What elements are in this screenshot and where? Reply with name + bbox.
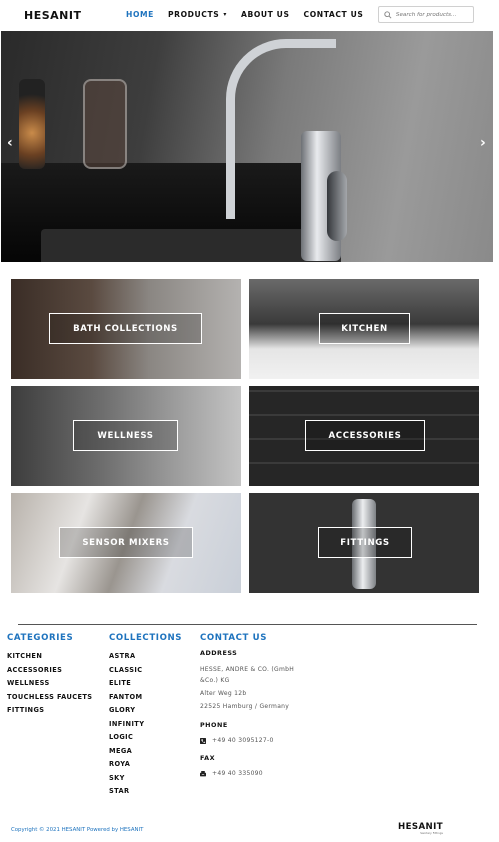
category-item[interactable]: KITCHEN xyxy=(7,650,92,664)
search-input[interactable] xyxy=(395,11,473,18)
collection-item[interactable]: ASTRA xyxy=(109,650,144,664)
search-icon xyxy=(384,10,392,18)
hero-sink xyxy=(41,229,341,262)
collection-item[interactable]: STAR xyxy=(109,785,144,799)
collection-item[interactable]: INFINITY xyxy=(109,718,144,732)
collections-title: COLLECTIONS xyxy=(109,633,183,643)
collection-item[interactable]: MEGA xyxy=(109,745,144,759)
category-item[interactable]: TOUCHLESS FAUCETS xyxy=(7,691,92,705)
categories-title: CATEGORIES xyxy=(7,633,74,643)
phone-icon xyxy=(200,737,206,744)
tile-bath-label: BATH COLLECTIONS xyxy=(49,313,202,344)
tile-wellness-label: WELLNESS xyxy=(73,420,178,451)
collection-item[interactable]: ELITE xyxy=(109,677,144,691)
phone-number: +49 40 3095127-0 xyxy=(212,737,274,744)
tile-fittings[interactable]: FITTINGS xyxy=(249,493,479,593)
collection-item[interactable]: ROYA xyxy=(109,758,144,772)
contact-title: CONTACT US xyxy=(200,633,267,643)
nav-home-label: HOME xyxy=(126,10,154,19)
collection-item[interactable]: LOGIC xyxy=(109,731,144,745)
category-item[interactable]: ACCESSORIES xyxy=(7,664,92,678)
phone-label: PHONE xyxy=(200,721,228,729)
hero-slider: ‹ › xyxy=(1,31,493,262)
nav-contact-us[interactable]: CONTACT US xyxy=(304,10,364,19)
collection-item[interactable]: CLASSIC xyxy=(109,664,144,678)
tile-wellness[interactable]: WELLNESS xyxy=(11,386,241,486)
chevron-down-icon: ▾ xyxy=(223,11,227,18)
chevron-right-icon[interactable]: › xyxy=(480,135,486,151)
contact-block: ADDRESS HESSE, ANDRE & CO. (GmbH &Co.) K… xyxy=(200,649,330,777)
hero-candle xyxy=(19,79,45,169)
category-item[interactable]: FITTINGS xyxy=(7,704,92,718)
nav-contact-label: CONTACT US xyxy=(303,10,364,19)
nav-products-label: PRODUCTS xyxy=(167,10,220,19)
tile-sensor-label: SENSOR MIXERS xyxy=(59,527,193,558)
tile-kitchen-label: KITCHEN xyxy=(319,313,410,344)
footer-divider xyxy=(18,624,477,625)
fax-label: FAX xyxy=(200,754,216,762)
address-line-1: HESSE, ANDRE & CO. (GmbH xyxy=(200,666,295,673)
collection-item[interactable]: GLORY xyxy=(109,704,144,718)
address-line-2: &Co.) KG xyxy=(200,677,230,684)
phone-row[interactable]: +49 40 3095127-0 xyxy=(200,737,330,744)
nav-about-label: ABOUT US xyxy=(240,10,290,19)
footer-logo-tagline: Sanitary Fittings xyxy=(420,832,443,835)
tile-kitchen[interactable]: KITCHEN xyxy=(249,279,479,379)
tile-fittings-label: FITTINGS xyxy=(318,527,412,558)
hero-jar xyxy=(83,79,127,169)
hero-faucet-lever xyxy=(327,171,347,241)
nav-about-us[interactable]: ABOUT US xyxy=(241,10,290,19)
collections-list: ASTRA CLASSIC ELITE FANTOM GLORY INFINIT… xyxy=(109,650,144,799)
main-nav: HOME PRODUCTS ▾ ABOUT US CONTACT US xyxy=(126,10,377,19)
fax-number: +49 40 335090 xyxy=(212,770,263,777)
site-logo[interactable]: HESANIT xyxy=(24,9,81,22)
tile-sensor-mixers[interactable]: SENSOR MIXERS xyxy=(11,493,241,593)
categories-list: KITCHEN ACCESSORIES WELLNESS TOUCHLESS F… xyxy=(7,650,92,718)
footer-logo-text: HESANIT xyxy=(398,822,443,832)
tile-accessories[interactable]: ACCESSORIES xyxy=(249,386,479,486)
chevron-left-icon[interactable]: ‹ xyxy=(7,135,13,151)
nav-home[interactable]: HOME xyxy=(126,10,154,19)
collection-item[interactable]: SKY xyxy=(109,772,144,786)
address-line-3: Alter Weg 12b xyxy=(200,690,247,697)
tile-accessories-label: ACCESSORIES xyxy=(305,420,425,451)
fax-row: +49 40 335090 xyxy=(200,770,330,777)
collection-item[interactable]: FANTOM xyxy=(109,691,144,705)
nav-products[interactable]: PRODUCTS ▾ xyxy=(168,10,227,19)
copyright-text: Copyright © 2021 HESANIT Powered by HESA… xyxy=(11,827,144,833)
address-label: ADDRESS xyxy=(200,649,238,657)
search-box xyxy=(378,6,474,23)
fax-icon xyxy=(200,770,206,776)
category-item[interactable]: WELLNESS xyxy=(7,677,92,691)
footer-logo[interactable]: HESANIT Sanitary Fittings xyxy=(398,822,443,835)
tile-bath-collections[interactable]: BATH COLLECTIONS xyxy=(11,279,241,379)
address-line-4: 22525 Hamburg / Germany xyxy=(200,703,290,710)
site-header: HESANIT HOME PRODUCTS ▾ ABOUT US CONTACT … xyxy=(0,0,499,31)
